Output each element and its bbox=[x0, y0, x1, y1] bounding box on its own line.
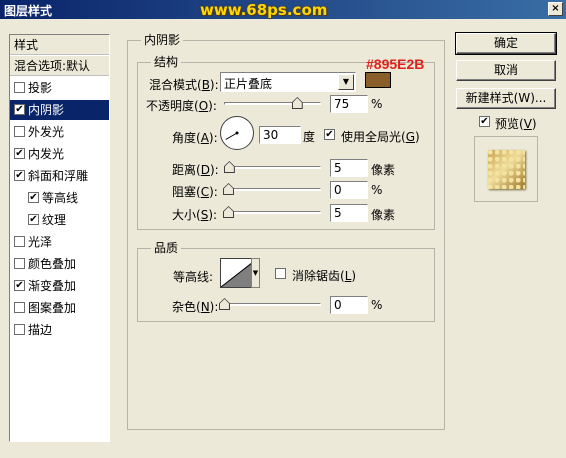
style-item-checkbox[interactable]: ✔ bbox=[28, 214, 39, 225]
distance-slider[interactable] bbox=[223, 161, 321, 174]
opacity-input[interactable]: 75 bbox=[330, 95, 368, 113]
style-item-label: 渐变叠加 bbox=[28, 279, 77, 293]
noise-slider-thumb[interactable] bbox=[220, 299, 229, 309]
inner-shadow-title: 内阴影 bbox=[141, 31, 184, 48]
choke-unit: % bbox=[371, 183, 383, 197]
noise-slider[interactable] bbox=[219, 298, 321, 311]
cancel-button[interactable]: 取消 bbox=[456, 60, 556, 81]
blend-mode-select[interactable]: 正片叠底 ▼ bbox=[220, 72, 356, 92]
choke-input[interactable]: 0 bbox=[330, 181, 368, 199]
shadow-color-swatch[interactable] bbox=[365, 72, 391, 88]
style-item-checkbox[interactable]: ✔ bbox=[14, 104, 25, 115]
opacity-slider[interactable] bbox=[224, 97, 321, 110]
style-item[interactable]: ✔ 内阴影 bbox=[10, 100, 109, 120]
style-item-checkbox[interactable]: ✔ bbox=[14, 148, 25, 159]
style-item-checkbox[interactable] bbox=[14, 82, 25, 93]
size-slider-thumb[interactable] bbox=[224, 207, 233, 217]
style-item-checkbox[interactable]: ✔ bbox=[28, 192, 39, 203]
blend-mode-value: 正片叠底 bbox=[224, 77, 273, 91]
global-light-checkbox[interactable]: ✔ bbox=[324, 129, 335, 140]
close-button[interactable]: × bbox=[548, 2, 563, 16]
style-item[interactable]: 颜色叠加 bbox=[10, 254, 109, 274]
watermark: www.68ps.com bbox=[200, 1, 328, 19]
angle-unit: 度 bbox=[303, 130, 316, 144]
angle-dial[interactable] bbox=[220, 116, 254, 150]
opacity-unit: % bbox=[371, 97, 383, 111]
style-item-label: 外发光 bbox=[28, 125, 65, 139]
distance-slider-thumb[interactable] bbox=[224, 162, 234, 172]
choke-label: 阻塞(C): bbox=[172, 185, 218, 199]
size-input[interactable]: 5 bbox=[330, 204, 368, 222]
chevron-down-icon: ▼ bbox=[252, 269, 259, 277]
style-item-checkbox[interactable] bbox=[14, 126, 25, 137]
ok-button[interactable]: 确定 bbox=[455, 32, 557, 55]
style-item[interactable]: 描边 bbox=[10, 320, 109, 340]
style-item-checkbox[interactable] bbox=[14, 236, 25, 247]
style-item-label: 斜面和浮雕 bbox=[28, 169, 89, 183]
size-label: 大小(S): bbox=[172, 208, 218, 222]
angle-label: 角度(A): bbox=[172, 131, 218, 145]
style-item-label: 等高线 bbox=[42, 191, 79, 205]
style-item[interactable]: ✔ 纹理 bbox=[10, 210, 109, 230]
style-item[interactable]: ✔ 等高线 bbox=[10, 188, 109, 208]
distance-input[interactable]: 5 bbox=[330, 159, 368, 177]
style-item[interactable]: ✔ 斜面和浮雕 bbox=[10, 166, 109, 186]
contour-label: 等高线: bbox=[173, 270, 214, 284]
style-item[interactable]: 外发光 bbox=[10, 122, 109, 142]
style-item-label: 内发光 bbox=[28, 147, 65, 161]
quality-title: 品质 bbox=[151, 239, 182, 256]
style-preview-swatch bbox=[488, 150, 525, 189]
style-item-label: 光泽 bbox=[28, 235, 53, 249]
color-hex-annotation: #895E2B bbox=[366, 56, 425, 72]
window-title: 图层样式 bbox=[4, 4, 53, 18]
noise-label: 杂色(N): bbox=[172, 300, 219, 314]
new-style-button[interactable]: 新建样式(W)... bbox=[456, 88, 556, 109]
style-item[interactable]: 光泽 bbox=[10, 232, 109, 252]
style-item-label: 纹理 bbox=[42, 213, 67, 227]
style-item-label: 投影 bbox=[28, 81, 53, 95]
chevron-down-icon[interactable]: ▼ bbox=[338, 74, 354, 90]
style-item[interactable]: 投影 bbox=[10, 78, 109, 98]
choke-slider-thumb[interactable] bbox=[224, 184, 233, 194]
style-item-checkbox[interactable] bbox=[14, 258, 25, 269]
styles-list: 样式 混合选项:默认 投影 ✔ 内阴影 外发光 ✔ 内发光 ✔ 斜面和浮雕 ✔ 等高线 ✔ 纹理 光泽颜… bbox=[9, 34, 110, 442]
style-preview-thumbnail bbox=[474, 136, 538, 202]
blend-options-item[interactable]: 混合选项:默认 bbox=[10, 56, 109, 76]
anti-alias-checkbox[interactable] bbox=[275, 268, 286, 279]
opacity-label: 不透明度(O): bbox=[146, 99, 217, 113]
style-item-checkbox[interactable] bbox=[14, 302, 25, 313]
distance-unit: 像素 bbox=[371, 163, 396, 177]
contour-dropdown-button[interactable]: ▼ bbox=[251, 258, 260, 288]
angle-input[interactable]: 30 bbox=[259, 126, 301, 144]
style-item[interactable]: ✔ 内发光 bbox=[10, 144, 109, 164]
anti-alias-label: 消除锯齿(L) bbox=[292, 269, 357, 283]
title-bar: 图层样式 www.68ps.com × bbox=[0, 0, 566, 19]
style-item-label: 描边 bbox=[28, 323, 53, 337]
preview-checkbox[interactable]: ✔ bbox=[479, 116, 490, 127]
opacity-slider-thumb[interactable] bbox=[292, 98, 302, 108]
style-item-checkbox[interactable]: ✔ bbox=[14, 280, 25, 291]
noise-input[interactable]: 0 bbox=[330, 296, 368, 314]
distance-label: 距离(D): bbox=[172, 163, 219, 177]
noise-unit: % bbox=[371, 298, 383, 312]
style-item-label: 颜色叠加 bbox=[28, 257, 77, 271]
style-item[interactable]: 图案叠加 bbox=[10, 298, 109, 318]
blend-mode-label: 混合模式(B): bbox=[149, 78, 219, 92]
global-light-label: 使用全局光(G) bbox=[341, 130, 420, 144]
style-item-label: 图案叠加 bbox=[28, 301, 77, 315]
size-slider[interactable] bbox=[223, 206, 321, 219]
structure-title: 结构 bbox=[151, 53, 182, 70]
preview-label: 预览(V) bbox=[495, 117, 537, 131]
size-unit: 像素 bbox=[371, 208, 396, 222]
style-item-label: 内阴影 bbox=[28, 103, 65, 117]
styles-header[interactable]: 样式 bbox=[10, 35, 109, 55]
angle-dial-needle bbox=[225, 131, 239, 140]
style-item[interactable]: ✔ 渐变叠加 bbox=[10, 276, 109, 296]
style-item-checkbox[interactable]: ✔ bbox=[14, 170, 25, 181]
style-item-checkbox[interactable] bbox=[14, 324, 25, 335]
choke-slider[interactable] bbox=[223, 183, 321, 196]
